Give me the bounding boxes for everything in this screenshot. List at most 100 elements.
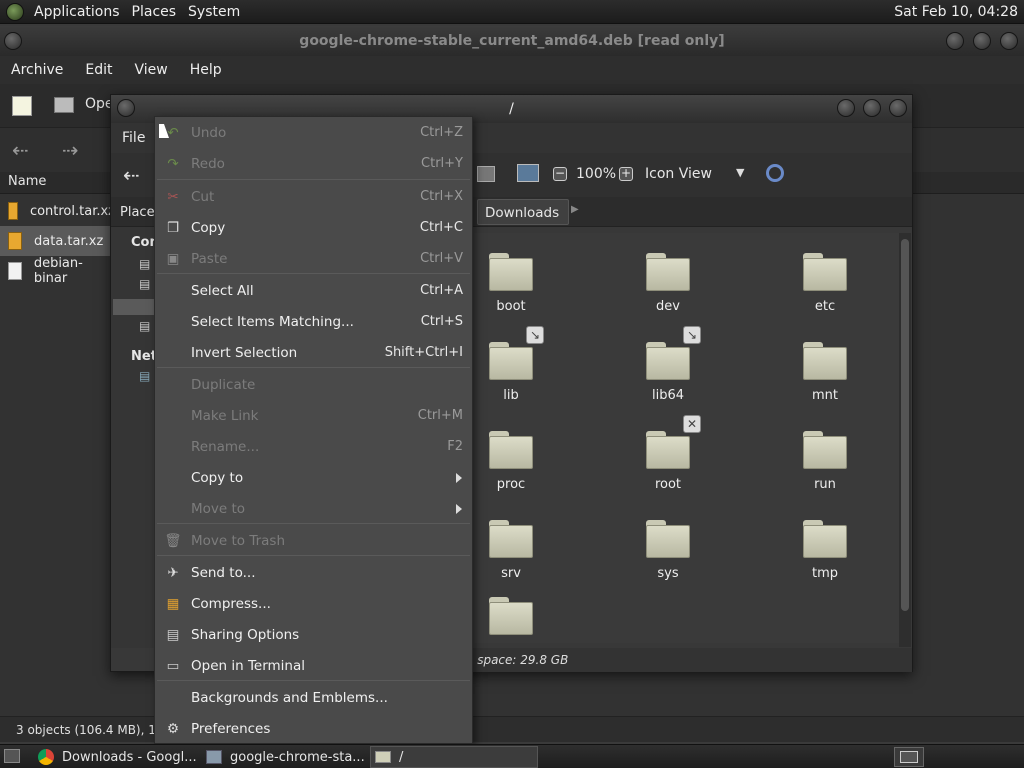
- name-column-header[interactable]: Name: [8, 174, 46, 189]
- edit-context-menu: ↶ Undo Ctrl+Z ↷ Redo Ctrl+Y ✂ Cut Ctrl+X…: [154, 116, 473, 744]
- sidebar-desktop-icon[interactable]: ▤: [139, 277, 150, 291]
- folder-item[interactable]: sys: [613, 520, 723, 600]
- view-mode-select[interactable]: Icon View: [645, 166, 712, 182]
- folder-name: tmp: [811, 566, 838, 581]
- archive-menu-help[interactable]: Help: [179, 56, 233, 84]
- folder-item[interactable]: tmp: [770, 520, 880, 600]
- folder-item[interactable]: run: [770, 431, 880, 511]
- sidebar-selected-item[interactable]: [113, 299, 155, 315]
- zoom-out-icon[interactable]: −: [553, 167, 567, 181]
- sidebar-trash-icon[interactable]: ▤: [139, 319, 150, 333]
- places-menu[interactable]: Places: [126, 0, 183, 24]
- distro-logo-icon[interactable]: [6, 2, 24, 21]
- forward-arrow-icon[interactable]: ⇢: [62, 138, 79, 162]
- archive-window-menu-button[interactable]: [4, 32, 22, 50]
- menu-item-copy[interactable]: ❐ Copy Ctrl+C: [155, 212, 472, 243]
- folder-item[interactable]: root ✕: [613, 415, 723, 511]
- archive-maximize-button[interactable]: [973, 32, 991, 50]
- folder-icon: [489, 597, 533, 635]
- menu-item-backgrounds-emblems[interactable]: Backgrounds and Emblems...: [155, 682, 472, 713]
- menu-item-sharing-options[interactable]: ▤ Sharing Options: [155, 619, 472, 650]
- menu-item-preferences[interactable]: ⚙ Preferences: [155, 713, 472, 744]
- archive-menu-archive[interactable]: Archive: [0, 56, 74, 84]
- system-menu[interactable]: System: [182, 0, 246, 24]
- folder-item[interactable]: etc: [770, 253, 880, 333]
- fm-close-button[interactable]: [889, 99, 907, 117]
- folder-icon: [803, 253, 847, 291]
- workspace-switcher[interactable]: [894, 747, 924, 767]
- archive-file-row[interactable]: debian-binar: [0, 256, 115, 286]
- taskbar-button-archive[interactable]: google-chrome-sta...: [202, 746, 368, 768]
- menu-separator: [157, 179, 470, 180]
- clock[interactable]: Sat Feb 10, 04:28: [894, 0, 1018, 24]
- taskbar-label: Downloads - Googl...: [62, 749, 197, 765]
- menu-item-duplicate[interactable]: Duplicate: [155, 369, 472, 400]
- sidebar-network-icon[interactable]: ▤: [139, 369, 150, 383]
- icon-view-scrollbar[interactable]: [899, 233, 911, 647]
- show-desktop-icon[interactable]: [4, 749, 20, 763]
- fm-menu-file[interactable]: File: [122, 130, 145, 146]
- menu-separator: [157, 367, 470, 368]
- sidebar-home-icon[interactable]: ▤: [139, 257, 150, 271]
- folder-name: etc: [814, 299, 836, 314]
- folder-item[interactable]: dev: [613, 253, 723, 333]
- menu-item-rename[interactable]: Rename... F2: [155, 431, 472, 462]
- file-name: debian-binar: [33, 256, 83, 286]
- fm-minimize-button[interactable]: [837, 99, 855, 117]
- menu-item-make-link[interactable]: Make Link Ctrl+M: [155, 400, 472, 431]
- archive-close-button[interactable]: [1000, 32, 1018, 50]
- folder-icon: [489, 342, 533, 380]
- archive-minimize-button[interactable]: [946, 32, 964, 50]
- computer-icon[interactable]: [517, 164, 539, 182]
- workspace-1[interactable]: [900, 751, 918, 763]
- fm-back-icon[interactable]: ⇠: [123, 163, 140, 187]
- open-archive-icon[interactable]: [54, 97, 74, 113]
- folder-icon: [489, 253, 533, 291]
- folder-icon: [489, 431, 533, 469]
- applications-menu[interactable]: Applications: [28, 0, 126, 24]
- menu-item-send-to[interactable]: ✈ Send to...: [155, 557, 472, 588]
- menu-item-invert-selection[interactable]: Invert Selection Shift+Ctrl+I: [155, 337, 472, 368]
- menu-item-cut[interactable]: ✂ Cut Ctrl+X: [155, 181, 472, 212]
- archive-file-row[interactable]: data.tar.xz: [0, 226, 115, 256]
- folder-item[interactable]: lib64 ↘: [613, 326, 723, 422]
- folder-item[interactable]: mnt: [770, 342, 880, 422]
- fm-window-menu-button[interactable]: [117, 99, 135, 117]
- menu-item-open-terminal[interactable]: ▭ Open in Terminal: [155, 650, 472, 681]
- menu-item-move-to[interactable]: Move to: [155, 493, 472, 524]
- taskbar-button-chrome[interactable]: Downloads - Googl...: [34, 746, 199, 768]
- menu-item-compress[interactable]: ▦ Compress...: [155, 588, 472, 619]
- scrollbar-thumb[interactable]: [901, 239, 909, 611]
- menu-item-redo[interactable]: ↷ Redo Ctrl+Y: [155, 148, 472, 179]
- folder-name: dev: [656, 299, 680, 314]
- file-icon-view: boot dev etc lib ↘ lib64 ↘ mnt proc root…: [471, 233, 901, 643]
- path-scroll-right-icon[interactable]: ▶: [571, 204, 579, 215]
- menu-item-move-to-trash[interactable]: 🗑 Move to Trash: [155, 525, 472, 556]
- new-archive-icon[interactable]: [12, 96, 32, 116]
- document-file-icon: [8, 262, 22, 280]
- menu-item-copy-to[interactable]: Copy to: [155, 462, 472, 493]
- archive-menu-edit[interactable]: Edit: [74, 56, 123, 84]
- archive-file-row[interactable]: control.tar.xz: [0, 196, 115, 226]
- chevron-down-icon[interactable]: ▼: [736, 166, 744, 179]
- submenu-arrow-icon: [456, 503, 462, 514]
- menu-item-undo[interactable]: ↶ Undo Ctrl+Z: [155, 117, 472, 148]
- back-arrow-icon[interactable]: ⇠: [12, 138, 29, 162]
- menu-item-select-all[interactable]: Select All Ctrl+A: [155, 275, 472, 306]
- archive-menu-view[interactable]: View: [124, 56, 179, 84]
- archive-window-title: google-chrome-stable_current_amd64.deb […: [0, 26, 1024, 56]
- file-name: data.tar.xz: [34, 233, 104, 249]
- menu-item-select-matching[interactable]: Select Items Matching... Ctrl+S: [155, 306, 472, 337]
- menu-separator: [157, 273, 470, 274]
- chrome-icon: [38, 749, 54, 765]
- search-icon[interactable]: [766, 164, 784, 182]
- menu-item-paste[interactable]: ▣ Paste Ctrl+V: [155, 243, 472, 274]
- fm-maximize-button[interactable]: [863, 99, 881, 117]
- zoom-level: 100%: [576, 166, 617, 182]
- home-icon[interactable]: [477, 166, 495, 182]
- archive-menubar: Archive Edit View Help: [0, 56, 1024, 84]
- taskbar-button-file-manager[interactable]: /: [370, 746, 538, 768]
- archive-icon: ▦: [166, 595, 180, 612]
- file-manager-title: /: [509, 101, 514, 117]
- zoom-in-icon[interactable]: +: [619, 167, 633, 181]
